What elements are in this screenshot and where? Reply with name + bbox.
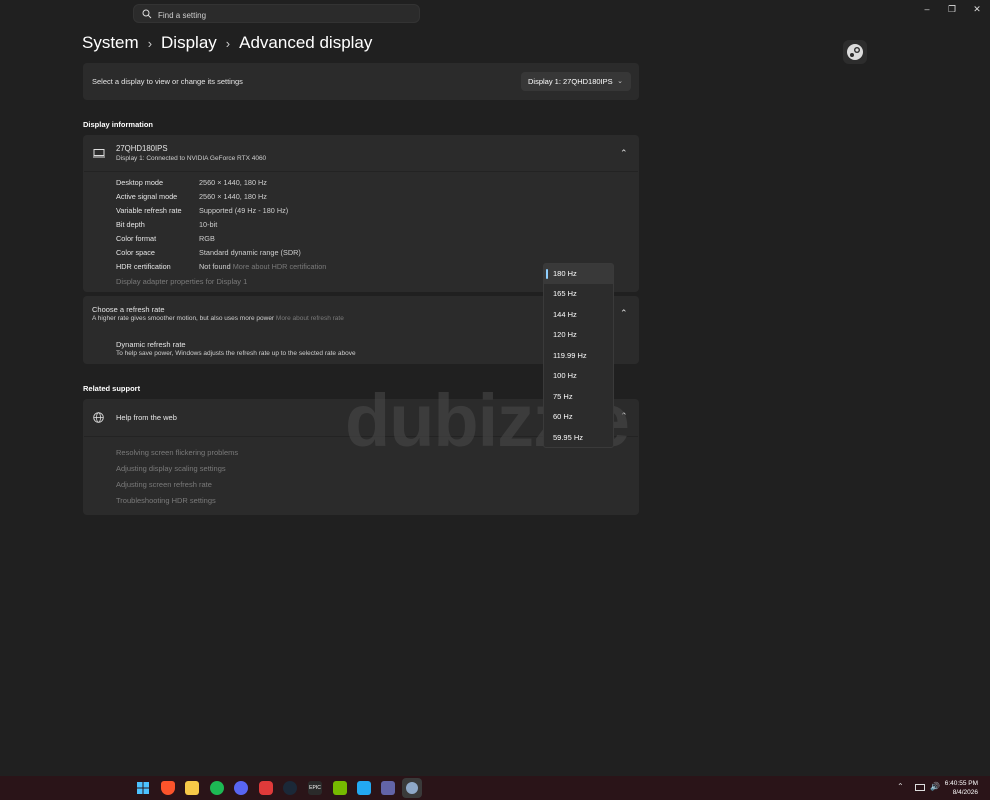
display-tray-icon[interactable]	[915, 784, 925, 791]
info-label: Desktop mode	[116, 178, 164, 187]
steam-taskbar-icon[interactable]	[283, 781, 297, 795]
display-select-dropdown[interactable]: Display 1: 27QHD180IPS ⌄	[521, 72, 631, 91]
info-label: Bit depth	[116, 220, 145, 229]
monitor-name: 27QHD180IPS	[116, 144, 168, 153]
hdr-value: Not found	[199, 262, 231, 271]
info-row: Bit depth 10-bit	[116, 218, 516, 232]
info-value: Supported (49 Hz - 180 Hz)	[199, 206, 289, 215]
display-select-value: Display 1: 27QHD180IPS	[528, 77, 613, 86]
info-value: Standard dynamic range (SDR)	[199, 248, 301, 257]
chevron-right-icon: ›	[225, 35, 231, 51]
support-link[interactable]: Troubleshooting HDR settings	[116, 496, 216, 505]
refresh-option[interactable]: 75 Hz	[544, 387, 613, 407]
info-row: Color space Standard dynamic range (SDR)	[116, 246, 516, 260]
info-value: 2560 × 1440, 180 Hz	[199, 178, 267, 187]
maximize-button[interactable]: ❐	[945, 3, 959, 15]
dynamic-refresh-subtitle: To help save power, Windows adjusts the …	[116, 350, 356, 357]
adapter-properties-link[interactable]: Display adapter properties for Display 1	[116, 277, 247, 286]
info-label: Color format	[116, 234, 157, 243]
search-box[interactable]	[133, 4, 420, 23]
search-icon	[142, 9, 152, 19]
epic-games-icon[interactable]: EPIC	[308, 781, 322, 795]
refresh-option[interactable]: 144 Hz	[544, 305, 613, 325]
app-red-icon[interactable]	[259, 781, 273, 795]
teams-icon[interactable]	[381, 781, 395, 795]
refresh-rate-subtitle: A higher rate gives smoother motion, but…	[92, 315, 275, 322]
info-row: Variable refresh rate Supported (49 Hz -…	[116, 204, 516, 218]
help-title: Help from the web	[116, 413, 177, 422]
chevron-right-icon: ›	[147, 35, 153, 51]
monitor-connection: Display 1: Connected to NVIDIA GeForce R…	[116, 155, 267, 162]
support-link[interactable]: Resolving screen flickering problems	[116, 448, 238, 457]
breadcrumb: System › Display › Advanced display	[82, 30, 372, 56]
refresh-option[interactable]: 60 Hz	[544, 407, 613, 427]
chevron-down-icon: ⌄	[617, 78, 623, 85]
display-info-header[interactable]	[84, 135, 638, 172]
vscode-icon[interactable]	[357, 781, 371, 795]
refresh-option[interactable]: 119.99 Hz	[544, 346, 613, 366]
display-info-heading: Display information	[83, 120, 154, 129]
dynamic-refresh-title: Dynamic refresh rate	[116, 340, 186, 349]
windows-start-icon[interactable]	[136, 781, 150, 795]
chevron-up-icon[interactable]: ⌃	[897, 782, 904, 791]
taskbar-clock[interactable]: 6:40:55 PM 8/4/2026	[945, 779, 978, 797]
globe-icon	[93, 412, 104, 423]
info-value: 10-bit	[199, 220, 218, 229]
refresh-option[interactable]: 180 Hz	[544, 264, 613, 284]
file-explorer-icon[interactable]	[185, 781, 199, 795]
info-label: Color space	[116, 248, 155, 257]
settings-taskbar-button[interactable]	[402, 778, 422, 798]
info-row: Desktop mode 2560 × 1440, 180 Hz	[116, 176, 516, 190]
info-value: Not found More about HDR certification	[199, 260, 326, 274]
refresh-option[interactable]: 100 Hz	[544, 366, 613, 386]
minimize-button[interactable]: –	[920, 3, 934, 15]
info-row: Color format RGB	[116, 232, 516, 246]
taskbar: EPIC ⌃ 🔊 6:40:55 PM 8/4/2026	[0, 776, 990, 800]
info-value: 2560 × 1440, 180 Hz	[199, 192, 267, 201]
clock-date: 8/4/2026	[952, 789, 978, 796]
search-input[interactable]	[156, 7, 415, 23]
display-info-rows: Desktop mode 2560 × 1440, 180 Hz Active …	[116, 176, 516, 276]
page-title: Advanced display	[239, 33, 373, 52]
breadcrumb-system[interactable]: System	[82, 33, 139, 53]
refresh-rate-title: Choose a refresh rate	[92, 305, 165, 314]
support-link[interactable]: Adjusting screen refresh rate	[116, 480, 212, 489]
info-value: RGB	[199, 234, 215, 243]
spotify-icon[interactable]	[210, 781, 224, 795]
refresh-option[interactable]: 165 Hz	[544, 284, 613, 304]
refresh-option[interactable]: 59.95 Hz	[544, 428, 613, 448]
clock-time: 6:40:55 PM	[944, 780, 978, 787]
hdr-certification-link[interactable]: More about HDR certification	[233, 262, 327, 271]
breadcrumb-display[interactable]: Display	[161, 33, 217, 53]
info-label: Active signal mode	[116, 192, 178, 201]
discord-icon[interactable]	[234, 781, 248, 795]
info-label: HDR certification	[116, 262, 171, 271]
chevron-up-icon[interactable]: ⌃	[620, 148, 628, 159]
gear-icon	[406, 782, 418, 794]
brave-icon[interactable]	[161, 781, 175, 795]
info-row: HDR certification Not found More about H…	[116, 260, 516, 274]
volume-icon[interactable]: 🔊	[930, 782, 940, 791]
related-support-heading: Related support	[83, 384, 141, 393]
chevron-up-icon[interactable]: ⌃	[620, 308, 628, 319]
refresh-option[interactable]: 120 Hz	[544, 325, 613, 345]
monitor-icon	[93, 149, 105, 158]
refresh-rate-dropdown[interactable]: 180 Hz 165 Hz 144 Hz 120 Hz 119.99 Hz 10…	[543, 263, 614, 448]
nvidia-icon[interactable]	[333, 781, 347, 795]
info-row: Active signal mode 2560 × 1440, 180 Hz	[116, 190, 516, 204]
refresh-rate-link[interactable]: More about refresh rate	[276, 315, 344, 322]
steam-icon[interactable]	[843, 40, 867, 64]
info-label: Variable refresh rate	[116, 206, 182, 215]
close-button[interactable]: ✕	[970, 3, 984, 15]
support-link[interactable]: Adjusting display scaling settings	[116, 464, 226, 473]
display-select-prompt: Select a display to view or change its s…	[92, 77, 243, 86]
